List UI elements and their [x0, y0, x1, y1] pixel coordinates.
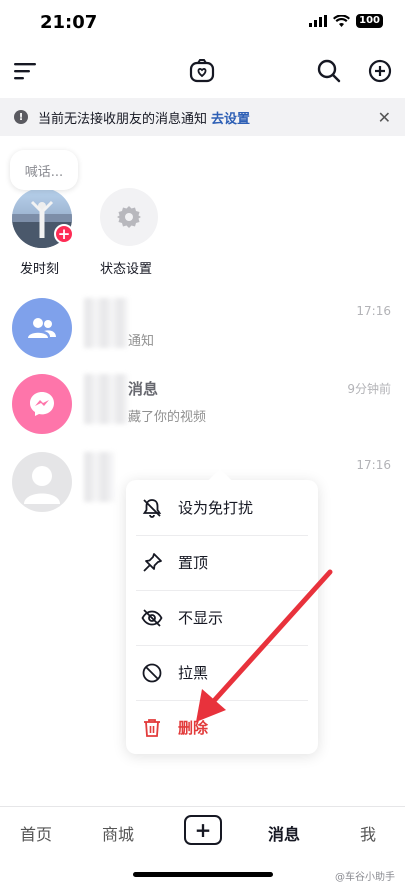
tab-mall[interactable]: 商城 — [102, 821, 134, 845]
bottom-tab-bar: 首页 商城 + 消息 我 — [0, 806, 405, 858]
create-plus-button[interactable]: + — [184, 815, 222, 845]
tab-home[interactable]: 首页 — [20, 821, 52, 845]
tab-me[interactable]: 我 — [360, 821, 376, 845]
tab-messages[interactable]: 消息 — [268, 821, 300, 845]
home-indicator — [133, 872, 273, 877]
annotation-arrow — [196, 569, 333, 722]
watermark: @车谷小助手 — [335, 872, 395, 883]
